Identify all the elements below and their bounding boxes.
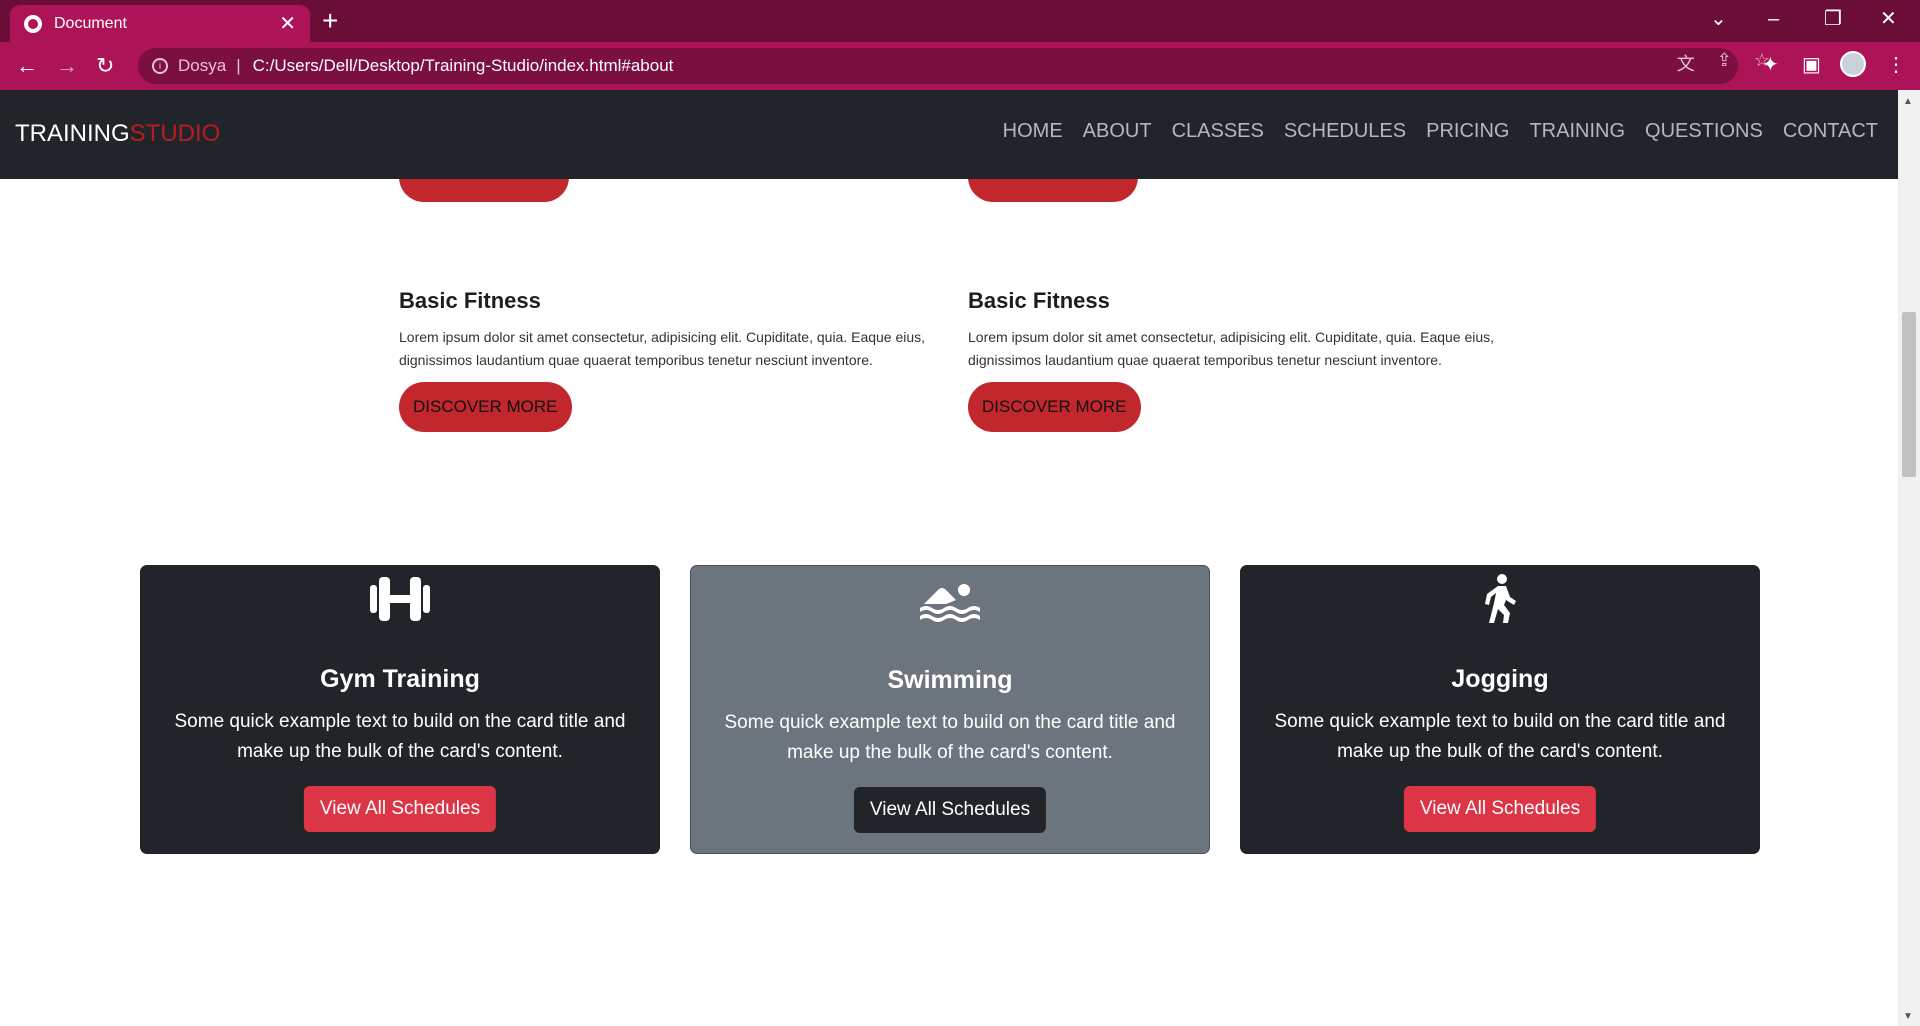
- fitness-item: Basic Fitness Lorem ipsum dolor sit amet…: [399, 288, 939, 432]
- minimize-icon[interactable]: –: [1768, 6, 1779, 32]
- site-navbar: TRAININGSTUDIO HOME ABOUT CLASSES SCHEDU…: [0, 90, 1898, 179]
- translate-icon[interactable]: 文: [1677, 50, 1695, 76]
- browser-toolbar: ← → ↻ i Dosya | C:/Users/Dell/Desktop/Tr…: [0, 42, 1920, 90]
- address-actions: 文 ⇪ ☆: [1677, 50, 1770, 76]
- restore-icon[interactable]: ❐: [1824, 6, 1842, 32]
- fitness-title: Basic Fitness: [399, 288, 541, 313]
- discover-more-button[interactable]: DISCOVER MORE: [399, 382, 572, 432]
- card-title: Gym Training: [320, 665, 480, 693]
- fitness-text: Lorem ipsum dolor sit amet consectetur, …: [399, 329, 926, 368]
- new-tab-icon[interactable]: +: [322, 6, 338, 36]
- tab-title: Document: [54, 14, 127, 32]
- nav-pricing[interactable]: PRICING: [1426, 120, 1509, 143]
- fitness-item: Basic Fitness Lorem ipsum dolor sit amet…: [968, 288, 1508, 432]
- browser-tab-bar: Document ✕ + ⌄ – ❐ ✕: [0, 0, 1920, 42]
- nav-home[interactable]: HOME: [1003, 120, 1063, 143]
- address-separator: |: [236, 56, 241, 75]
- nav-contact[interactable]: CONTACT: [1783, 120, 1878, 143]
- card-text: Some quick example text to build on the …: [1274, 711, 1726, 762]
- discover-more-button[interactable]: DISCOVER MORE: [968, 382, 1141, 432]
- tab-search-chevron-icon[interactable]: ⌄: [1710, 6, 1727, 32]
- view-all-schedules-button[interactable]: View All Schedules: [303, 786, 497, 832]
- swimmer-icon: [920, 584, 980, 622]
- card-gym-training: Gym Training Some quick example text to …: [140, 565, 660, 854]
- tab-close-icon[interactable]: ✕: [279, 14, 296, 34]
- card-text: Some quick example text to build on the …: [724, 712, 1176, 763]
- scroll-down-arrow-icon[interactable]: ▼: [1903, 1011, 1913, 1022]
- profile-avatar[interactable]: [1840, 51, 1866, 77]
- brand-logo[interactable]: TRAININGSTUDIO: [15, 120, 220, 148]
- dumbbell-icon: [370, 577, 430, 621]
- address-bar[interactable]: i Dosya | C:/Users/Dell/Desktop/Training…: [138, 48, 1738, 84]
- window-close-icon[interactable]: ✕: [1880, 6, 1897, 32]
- reload-icon[interactable]: ↻: [96, 52, 114, 80]
- nav-questions[interactable]: QUESTIONS: [1645, 120, 1763, 143]
- nav-classes[interactable]: CLASSES: [1172, 120, 1264, 143]
- nav-training[interactable]: TRAINING: [1529, 120, 1625, 143]
- card-swimming: Swimming Some quick example text to buil…: [690, 565, 1210, 854]
- view-all-schedules-button[interactable]: View All Schedules: [853, 787, 1047, 833]
- walker-icon: [1485, 574, 1516, 623]
- globe-icon: [24, 14, 42, 33]
- nav-about[interactable]: ABOUT: [1083, 120, 1152, 143]
- address-url[interactable]: C:/Users/Dell/Desktop/Training-Studio/in…: [253, 56, 674, 76]
- site-info-icon[interactable]: i: [152, 58, 168, 74]
- view-all-schedules-button[interactable]: View All Schedules: [1403, 786, 1597, 832]
- card-jogging: Jogging Some quick example text to build…: [1240, 565, 1760, 854]
- card-title: Jogging: [1451, 665, 1549, 693]
- forward-icon[interactable]: →: [56, 52, 78, 80]
- share-icon[interactable]: ⇪: [1717, 50, 1732, 76]
- fitness-title: Basic Fitness: [968, 288, 1110, 313]
- nav-schedules[interactable]: SCHEDULES: [1284, 120, 1406, 143]
- brand-accent: STUDIO: [129, 120, 221, 147]
- page-viewport: TRAININGSTUDIO HOME ABOUT CLASSES SCHEDU…: [0, 90, 1898, 1026]
- extensions-icon[interactable]: ✦: [1762, 52, 1779, 77]
- card-text: Some quick example text to build on the …: [174, 711, 626, 762]
- site-label: Dosya: [178, 56, 227, 75]
- browser-tab[interactable]: Document ✕: [10, 5, 310, 42]
- fitness-text: Lorem ipsum dolor sit amet consectetur, …: [968, 329, 1495, 368]
- scroll-up-arrow-icon[interactable]: ▲: [1903, 96, 1913, 107]
- nav-menu: HOME ABOUT CLASSES SCHEDULES PRICING TRA…: [1003, 120, 1898, 143]
- back-icon[interactable]: ←: [16, 52, 38, 80]
- browser-menu-icon[interactable]: ⋮: [1886, 52, 1906, 77]
- scrollbar-thumb[interactable]: [1902, 312, 1916, 477]
- card-title: Swimming: [887, 666, 1013, 694]
- brand-main: TRAINING: [15, 120, 130, 147]
- page-scrollbar[interactable]: ▲ ▼: [1898, 90, 1920, 1026]
- side-panel-icon[interactable]: ▣: [1802, 52, 1821, 77]
